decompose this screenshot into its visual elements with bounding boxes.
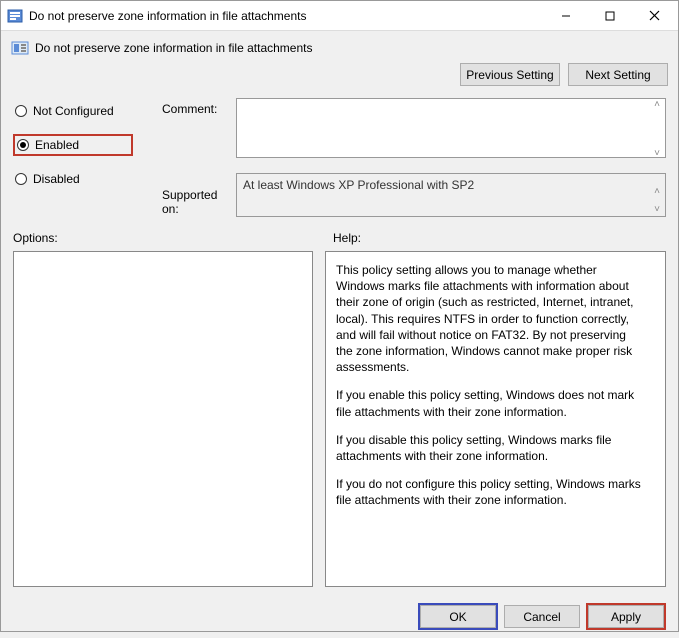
radio-disabled[interactable]: Disabled (13, 170, 158, 188)
previous-setting-button[interactable]: Previous Setting (460, 63, 560, 86)
window-title: Do not preserve zone information in file… (29, 9, 544, 23)
comment-input[interactable] (236, 98, 666, 158)
apply-button[interactable]: Apply (588, 605, 664, 628)
policy-icon (7, 8, 23, 24)
scroll-up-icon[interactable]: ˄ (650, 187, 664, 197)
help-paragraph: If you enable this policy setting, Windo… (336, 387, 645, 419)
subheader-text: Do not preserve zone information in file… (35, 41, 312, 55)
close-button[interactable] (632, 2, 676, 30)
scroll-down-icon[interactable]: ˅ (650, 149, 664, 159)
help-paragraph: If you disable this policy setting, Wind… (336, 432, 645, 464)
help-label: Help: (333, 231, 361, 245)
radio-icon (17, 139, 29, 151)
radio-label: Not Configured (33, 104, 114, 118)
policy-setting-icon (11, 39, 29, 57)
label-column: Comment: Supported on: (162, 98, 232, 217)
scroll-down-icon[interactable]: ˅ (650, 205, 664, 215)
maximize-button[interactable] (588, 2, 632, 30)
help-paragraph: If you do not configure this policy sett… (336, 476, 645, 508)
options-label: Options: (13, 231, 333, 245)
scroll-up-icon[interactable]: ˄ (650, 100, 664, 110)
nav-row: Previous Setting Next Setting (1, 63, 678, 94)
next-setting-button[interactable]: Next Setting (568, 63, 668, 86)
radio-icon (15, 173, 27, 185)
comment-label: Comment: (162, 102, 232, 116)
radio-not-configured[interactable]: Not Configured (13, 102, 158, 120)
supported-on-value: At least Windows XP Professional with SP… (243, 178, 474, 192)
help-panel: This policy setting allows you to manage… (325, 251, 666, 587)
help-content: This policy setting allows you to manage… (326, 252, 665, 586)
ok-button[interactable]: OK (420, 605, 496, 628)
minimize-button[interactable] (544, 2, 588, 30)
radio-enabled[interactable]: Enabled (13, 134, 133, 156)
supported-on-label: Supported on: (162, 188, 232, 216)
titlebar: Do not preserve zone information in file… (1, 1, 678, 31)
options-panel (13, 251, 313, 587)
subheader: Do not preserve zone information in file… (1, 31, 678, 63)
cancel-button[interactable]: Cancel (504, 605, 580, 628)
radio-label: Enabled (35, 138, 79, 152)
radio-label: Disabled (33, 172, 80, 186)
state-radio-group: Not Configured Enabled Disabled (13, 98, 158, 217)
radio-icon (15, 105, 27, 117)
supported-on-field: At least Windows XP Professional with SP… (236, 173, 666, 217)
help-paragraph: This policy setting allows you to manage… (336, 262, 645, 375)
